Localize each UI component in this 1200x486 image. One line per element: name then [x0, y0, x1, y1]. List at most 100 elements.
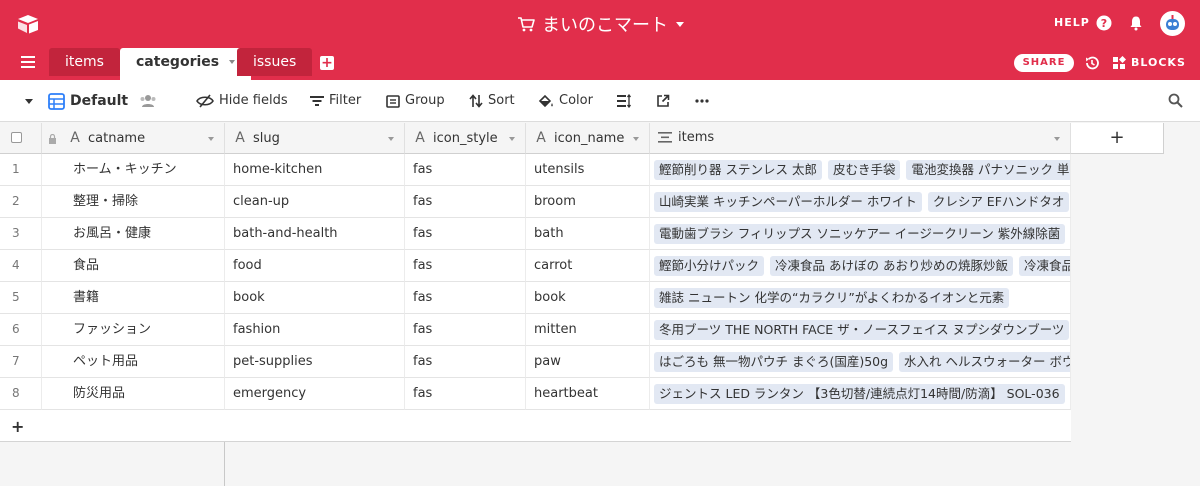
add-record-row[interactable]: +: [0, 410, 1071, 442]
linked-record-chip[interactable]: はごろも 無一物パウチ まぐろ(国産)50g: [654, 351, 894, 372]
cell-icon-name[interactable]: utensils: [526, 154, 650, 186]
cell-slug[interactable]: emergency: [225, 378, 405, 410]
color-button[interactable]: Color: [538, 92, 593, 110]
linked-record-chip[interactable]: 冬用ブーツ THE NORTH FACE ザ・ノースフェイス ヌプシダウンブーツ: [654, 319, 1070, 340]
cell-icon-style[interactable]: fas: [405, 250, 526, 282]
cell-icon-style[interactable]: fas: [405, 186, 526, 218]
group-button[interactable]: Group: [386, 92, 445, 110]
cell-icon-style[interactable]: fas: [405, 154, 526, 186]
help-icon[interactable]: ?: [1096, 15, 1112, 31]
cell-items[interactable]: 雑誌 ニュートン 化学の“カラクリ”がよくわかるイオンと元素: [650, 282, 1071, 314]
cell-slug[interactable]: food: [225, 250, 405, 282]
share-button[interactable]: SHARE: [1014, 54, 1074, 72]
add-record-icon[interactable]: +: [11, 417, 24, 436]
cell-items[interactable]: はごろも 無一物パウチ まぐろ(国産)50g 水入れ ヘルスウォーター ボウル: [650, 346, 1071, 378]
cell-icon-style[interactable]: fas: [405, 282, 526, 314]
cell-items[interactable]: 冬用ブーツ THE NORTH FACE ザ・ノースフェイス ヌプシダウンブーツ: [650, 314, 1071, 346]
table-row[interactable]: 4 食品 food fas carrot 鰹節小分けパック 冷凍食品 あけぼの あおり炒めの…: [0, 250, 1071, 282]
add-table-button[interactable]: +: [320, 56, 334, 70]
column-header-icon-style[interactable]: Aicon_style: [405, 123, 526, 154]
linked-record-chip[interactable]: 冷凍食品 あけぼの あおり炒めの焼豚炒飯: [770, 255, 1013, 276]
column-header-catname[interactable]: Acatname: [42, 123, 225, 154]
cell-catname[interactable]: お風呂・健康: [42, 218, 225, 250]
share-view-button[interactable]: [656, 92, 675, 110]
cell-icon-style[interactable]: fas: [405, 218, 526, 250]
linked-record-chip[interactable]: 山崎実業 キッチンペーパーホルダー ホワイト: [654, 191, 922, 212]
collaborators-button[interactable]: [139, 92, 162, 110]
cell-slug[interactable]: book: [225, 282, 405, 314]
notifications-bell-icon[interactable]: [1128, 15, 1144, 31]
cell-items[interactable]: 山崎実業 キッチンペーパーホルダー ホワイト クレシア EFハンドタオ: [650, 186, 1071, 218]
cell-icon-style[interactable]: fas: [405, 346, 526, 378]
cell-icon-name[interactable]: heartbeat: [526, 378, 650, 410]
column-header-items[interactable]: items: [650, 123, 1071, 154]
cell-catname[interactable]: ホーム・キッチン: [42, 154, 225, 186]
linked-record-chip[interactable]: 雑誌 ニュートン 化学の“カラクリ”がよくわかるイオンと元素: [654, 287, 1010, 308]
chevron-down-icon[interactable]: [1054, 137, 1060, 141]
tab-categories[interactable]: categories: [120, 48, 252, 80]
linked-record-chip[interactable]: ジェントス LED ランタン 【3色切替/連続点灯14時間/防滴】 SOL-03…: [654, 383, 1065, 404]
cell-slug[interactable]: bath-and-health: [225, 218, 405, 250]
cell-icon-name[interactable]: paw: [526, 346, 650, 378]
chevron-down-icon[interactable]: [509, 137, 515, 141]
user-avatar[interactable]: [1160, 11, 1185, 36]
cell-catname[interactable]: ファッション: [42, 314, 225, 346]
table-row[interactable]: 6 ファッション fashion fas mitten 冬用ブーツ THE NORTH F…: [0, 314, 1071, 346]
chevron-down-icon[interactable]: [208, 137, 214, 141]
linked-record-chip[interactable]: 電池変換器 パナソニック 単: [906, 159, 1070, 180]
add-field-button[interactable]: +: [1071, 123, 1164, 154]
linked-record-chip[interactable]: 冷凍食品: [1018, 255, 1070, 276]
cell-icon-name[interactable]: book: [526, 282, 650, 314]
linked-record-chip[interactable]: 鰹節小分けパック: [654, 255, 765, 276]
cell-slug[interactable]: fashion: [225, 314, 405, 346]
chevron-down-icon[interactable]: [229, 60, 236, 64]
cell-icon-name[interactable]: carrot: [526, 250, 650, 282]
column-header-slug[interactable]: Aslug: [225, 123, 405, 154]
cell-icon-style[interactable]: fas: [405, 378, 526, 410]
linked-record-chip[interactable]: 水入れ ヘルスウォーター ボウル: [899, 351, 1070, 372]
linked-record-chip[interactable]: クレシア EFハンドタオ: [927, 191, 1070, 212]
cell-slug[interactable]: home-kitchen: [225, 154, 405, 186]
chevron-down-icon[interactable]: [633, 137, 639, 141]
base-title-button[interactable]: まいのこマート: [0, 11, 1200, 37]
cell-items[interactable]: 鰹節削り器 ステンレス 太郎 皮むき手袋 電池変換器 パナソニック 単: [650, 154, 1071, 186]
cell-catname[interactable]: 書籍: [42, 282, 225, 314]
hamburger-menu-icon[interactable]: [21, 56, 35, 68]
more-options-button[interactable]: [695, 92, 714, 110]
table-row[interactable]: 3 お風呂・健康 bath-and-health fas bath 電動歯ブラシ フィリッ…: [0, 218, 1071, 250]
help-link[interactable]: HELP: [1054, 16, 1090, 29]
sort-button[interactable]: Sort: [469, 92, 515, 110]
cell-items[interactable]: 鰹節小分けパック 冷凍食品 あけぼの あおり炒めの焼豚炒飯 冷凍食品: [650, 250, 1071, 282]
table-row[interactable]: 7 ペット用品 pet-supplies fas paw はごろも 無一物パウチ まぐろ(…: [0, 346, 1071, 378]
blocks-button[interactable]: BLOCKS: [1112, 56, 1186, 70]
cell-items[interactable]: ジェントス LED ランタン 【3色切替/連続点灯14時間/防滴】 SOL-03…: [650, 378, 1071, 410]
row-height-button[interactable]: [617, 92, 637, 110]
cell-catname[interactable]: 食品: [42, 250, 225, 282]
table-row[interactable]: 1 ホーム・キッチン home-kitchen fas utensils 鰹節削り器 ステ…: [0, 154, 1071, 186]
cell-catname[interactable]: 防災用品: [42, 378, 225, 410]
table-row[interactable]: 2 整理・掃除 clean-up fas broom 山崎実業 キッチンペーパーホルダー …: [0, 186, 1071, 218]
cell-icon-name[interactable]: mitten: [526, 314, 650, 346]
linked-record-chip[interactable]: 皮むき手袋: [827, 159, 901, 180]
filter-button[interactable]: Filter: [310, 92, 361, 110]
hide-fields-button[interactable]: Hide fields: [196, 92, 288, 110]
linked-record-chip[interactable]: 鰹節削り器 ステンレス 太郎: [654, 159, 822, 180]
cell-items[interactable]: 電動歯ブラシ フィリップス ソニッケアー イージークリーン 紫外線除菌: [650, 218, 1071, 250]
cell-catname[interactable]: 整理・掃除: [42, 186, 225, 218]
cell-icon-name[interactable]: bath: [526, 218, 650, 250]
cell-slug[interactable]: clean-up: [225, 186, 405, 218]
cell-catname[interactable]: ペット用品: [42, 346, 225, 378]
select-all-checkbox[interactable]: [11, 132, 22, 143]
history-icon[interactable]: [1084, 55, 1100, 71]
chevron-down-icon[interactable]: [388, 137, 394, 141]
cell-icon-style[interactable]: fas: [405, 314, 526, 346]
table-row[interactable]: 8 防災用品 emergency fas heartbeat ジェントス LED ランタン…: [0, 378, 1071, 410]
search-button[interactable]: [1168, 92, 1188, 110]
tab-issues[interactable]: issues: [237, 48, 313, 76]
linked-record-chip[interactable]: 電動歯ブラシ フィリップス ソニッケアー イージークリーン 紫外線除菌: [654, 223, 1066, 244]
view-name-button[interactable]: Default: [48, 92, 128, 110]
cell-slug[interactable]: pet-supplies: [225, 346, 405, 378]
column-header-icon-name[interactable]: Aicon_name: [526, 123, 650, 154]
view-switcher-toggle[interactable]: [24, 92, 39, 110]
table-row[interactable]: 5 書籍 book fas book 雑誌 ニュートン 化学の“カラクリ”がよくわかるイオ…: [0, 282, 1071, 314]
